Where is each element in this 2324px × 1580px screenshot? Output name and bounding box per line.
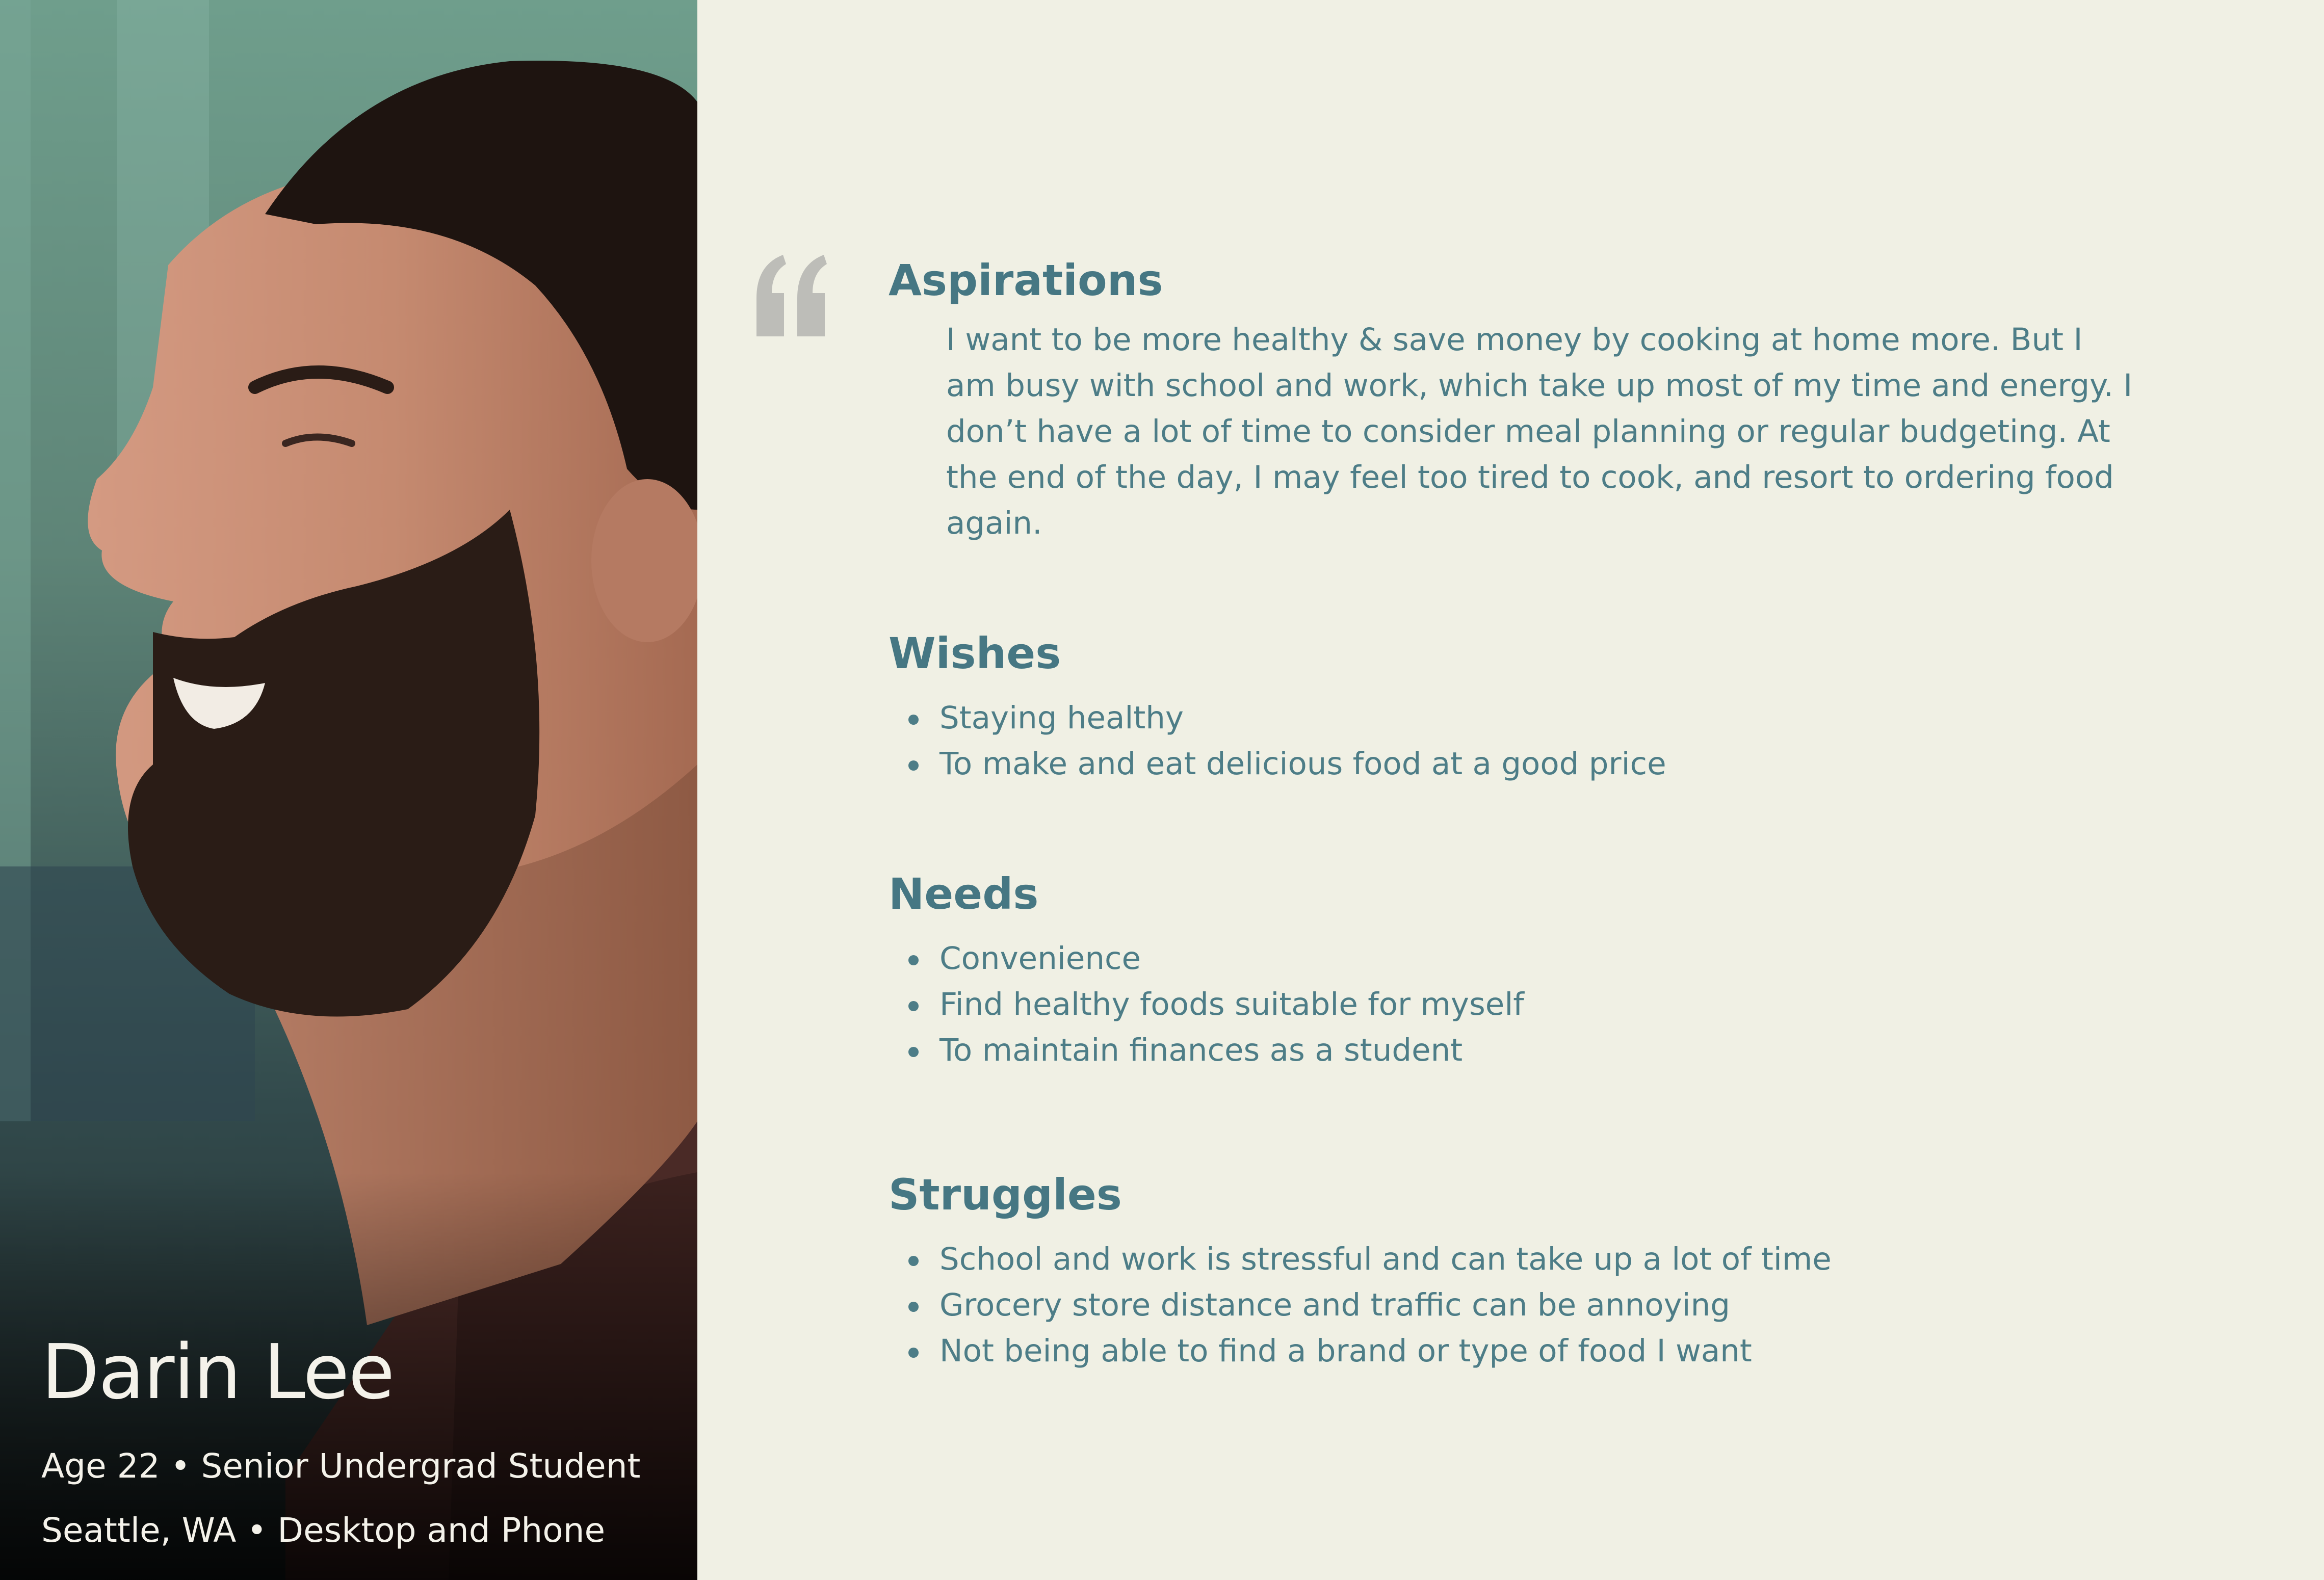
persona-photo-panel: Darin Lee Age 22 • Senior Undergrad Stud… [0,0,697,1580]
open-quote-icon [752,245,829,336]
list-item: Convenience [889,936,2194,982]
list-item: Grocery store distance and traffic can b… [889,1282,2194,1328]
persona-name: Darin Lee [41,1328,395,1416]
struggles-section: Struggles School and work is stressful a… [889,1173,2194,1374]
aspirations-title: Aspirations [889,255,1163,305]
needs-section: Needs Convenience Find healthy foods sui… [889,873,2194,1073]
persona-demographics: Age 22 • Senior Undergrad Student [41,1446,641,1486]
wishes-title: Wishes [889,628,1061,678]
struggles-list: School and work is stressful and can tak… [889,1236,2194,1374]
list-item: Staying healthy [889,695,2194,741]
persona-content: Aspirations I want to be more healthy & … [889,259,2194,1374]
list-item: School and work is stressful and can tak… [889,1236,2194,1282]
wishes-section: Wishes Staying healthy To make and eat d… [889,632,2194,787]
list-item: To make and eat delicious food at a good… [889,741,2194,787]
persona-card: Darin Lee Age 22 • Senior Undergrad Stud… [0,0,2324,1580]
wishes-list: Staying healthy To make and eat deliciou… [889,695,2194,787]
list-item: Not being able to find a brand or type o… [889,1328,2194,1374]
needs-list: Convenience Find healthy foods suitable … [889,936,2194,1073]
needs-title: Needs [889,869,1039,919]
aspirations-quote: I want to be more healthy & save money b… [946,322,2133,541]
struggles-title: Struggles [889,1170,1122,1220]
persona-location-devices: Seattle, WA • Desktop and Phone [41,1511,606,1550]
persona-info: Darin Lee Age 22 • Senior Undergrad Stud… [41,1334,640,1547]
aspirations-section: Aspirations I want to be more healthy & … [889,259,2194,546]
list-item: Find healthy foods suitable for myself [889,982,2194,1028]
list-item: To maintain finances as a student [889,1028,2194,1073]
